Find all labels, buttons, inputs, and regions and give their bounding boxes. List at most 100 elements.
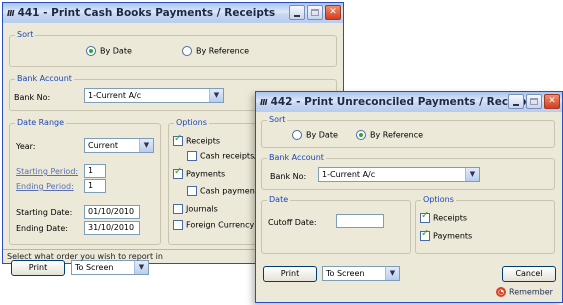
bank-no-label: Bank No: bbox=[14, 93, 51, 102]
sort-legend: Sort bbox=[15, 30, 36, 40]
sort-by-date-radio[interactable]: By Date bbox=[86, 46, 132, 57]
starting-period-input[interactable]: 1 bbox=[84, 164, 106, 178]
ending-date-label: Ending Date: bbox=[16, 224, 68, 233]
bank-account-group: Bank Account Bank No: 1-Current A/c ▼ bbox=[261, 153, 555, 190]
minimize-button[interactable] bbox=[289, 5, 305, 20]
sort-by-date-label: By Date bbox=[100, 46, 132, 56]
chevron-down-icon[interactable]: ▼ bbox=[209, 89, 223, 102]
remember-icon: ◔ bbox=[496, 287, 506, 297]
radio-selected-icon bbox=[86, 46, 96, 56]
receipts-label: Receipts bbox=[186, 136, 221, 146]
payments-checkbox[interactable]: Payments bbox=[420, 229, 473, 242]
sort-group: Sort By Date By Reference bbox=[9, 30, 337, 67]
cash-receipts-checkbox[interactable]: Cash receipts/s bbox=[187, 151, 261, 162]
receipts-label: Receipts bbox=[433, 213, 468, 223]
cutoff-date-label: Cutoff Date: bbox=[268, 218, 317, 227]
maximize-button[interactable] bbox=[307, 5, 323, 20]
sort-by-reference-radio[interactable]: By Reference bbox=[182, 46, 249, 57]
checkbox-checked-icon bbox=[420, 229, 430, 241]
ending-date-input[interactable]: 31/10/2010 bbox=[84, 221, 140, 235]
window-title: 442 - Print Unreconciled Payments / Rece… bbox=[270, 96, 538, 108]
app-icon: Ⅲ bbox=[260, 97, 268, 107]
radio-unselected-icon bbox=[182, 46, 192, 56]
sort-legend: Sort bbox=[267, 115, 288, 125]
foreign-currency-checkbox[interactable]: Foreign Currency bbox=[173, 220, 254, 231]
chevron-down-icon[interactable]: ▼ bbox=[385, 267, 399, 280]
remember-button[interactable]: ◔ Remember bbox=[496, 287, 553, 298]
starting-date-label: Starting Date: bbox=[16, 208, 73, 217]
year-select[interactable]: Current ▼ bbox=[84, 138, 154, 153]
output-value: To Screen bbox=[75, 263, 114, 272]
checkbox-unchecked-icon bbox=[187, 186, 197, 196]
date-group: Date Cutoff Date: bbox=[261, 195, 411, 254]
checkbox-checked-icon bbox=[420, 211, 430, 223]
cash-payments-checkbox[interactable]: Cash payments bbox=[187, 186, 262, 197]
checkbox-unchecked-icon bbox=[173, 220, 183, 230]
sort-group: Sort By Date By Reference bbox=[261, 115, 555, 148]
cash-receipts-label: Cash receipts/s bbox=[200, 151, 262, 161]
minimize-icon bbox=[513, 103, 519, 106]
payments-checkbox[interactable]: Payments bbox=[173, 167, 226, 180]
date-range-group: Date Range Year: Current ▼ Starting Peri… bbox=[9, 118, 161, 245]
options-legend: Options bbox=[174, 118, 209, 128]
options-group: Options Receipts Payments bbox=[415, 195, 555, 254]
starting-date-input[interactable]: 01/10/2010 bbox=[84, 205, 140, 219]
checkbox-checked-icon bbox=[173, 167, 183, 179]
journals-label: Journals bbox=[186, 204, 218, 214]
date-legend: Date bbox=[267, 195, 291, 205]
cutoff-date-input[interactable] bbox=[336, 214, 384, 228]
window-title: 441 - Print Cash Books Payments / Receip… bbox=[17, 7, 276, 19]
chevron-down-icon[interactable]: ▼ bbox=[465, 168, 479, 181]
bank-no-value: 1-Current A/c bbox=[322, 170, 376, 179]
bank-no-select[interactable]: 1-Current A/c ▼ bbox=[84, 88, 224, 103]
chevron-down-icon[interactable]: ▼ bbox=[139, 139, 153, 152]
maximize-icon bbox=[530, 98, 538, 105]
receipts-checkbox[interactable]: Receipts bbox=[420, 211, 468, 224]
app-icon: Ⅲ bbox=[7, 8, 15, 18]
receipts-checkbox[interactable]: Receipts bbox=[173, 134, 221, 147]
payments-label: Payments bbox=[433, 231, 473, 241]
title-bar[interactable]: Ⅲ 441 - Print Cash Books Payments / Rece… bbox=[3, 3, 343, 23]
minimize-icon bbox=[294, 14, 300, 17]
date-range-legend: Date Range bbox=[15, 118, 67, 128]
foreign-currency-label: Foreign Currency bbox=[186, 220, 255, 230]
sort-by-reference-label: By Reference bbox=[370, 130, 424, 140]
checkbox-unchecked-icon bbox=[173, 204, 183, 214]
sort-by-date-radio[interactable]: By Date bbox=[292, 130, 338, 141]
radio-unselected-icon bbox=[292, 130, 302, 140]
close-icon: ✕ bbox=[548, 96, 556, 106]
options-legend: Options bbox=[421, 195, 456, 205]
payments-label: Payments bbox=[186, 169, 226, 179]
sort-by-reference-radio[interactable]: By Reference bbox=[356, 130, 423, 141]
remember-label: Remember bbox=[509, 287, 553, 297]
ending-period-input[interactable]: 1 bbox=[84, 179, 106, 193]
bank-no-label: Bank No: bbox=[270, 172, 307, 181]
year-label: Year: bbox=[16, 142, 36, 151]
title-bar[interactable]: Ⅲ 442 - Print Unreconciled Payments / Re… bbox=[256, 92, 562, 112]
window-print-unreconciled: Ⅲ 442 - Print Unreconciled Payments / Re… bbox=[255, 91, 563, 303]
checkbox-checked-icon bbox=[173, 134, 183, 146]
bank-no-select[interactable]: 1-Current A/c ▼ bbox=[318, 167, 480, 182]
output-select[interactable]: To Screen ▼ bbox=[322, 266, 400, 281]
minimize-button[interactable] bbox=[508, 94, 524, 109]
cancel-button[interactable]: Cancel bbox=[502, 266, 556, 282]
maximize-icon bbox=[311, 9, 319, 16]
ending-period-link[interactable]: Ending Period: bbox=[16, 182, 74, 192]
maximize-button[interactable] bbox=[526, 94, 542, 109]
close-button[interactable]: ✕ bbox=[544, 94, 560, 109]
print-button[interactable]: Print bbox=[263, 266, 317, 282]
starting-period-link[interactable]: Starting Period: bbox=[16, 167, 78, 177]
output-value: To Screen bbox=[326, 269, 365, 278]
year-value: Current bbox=[88, 141, 119, 150]
sort-by-reference-label: By Reference bbox=[196, 46, 250, 56]
sort-by-date-label: By Date bbox=[306, 130, 338, 140]
bank-account-legend: Bank Account bbox=[267, 153, 326, 163]
bank-account-legend: Bank Account bbox=[15, 74, 74, 84]
close-icon: ✕ bbox=[329, 7, 337, 17]
cash-payments-label: Cash payments bbox=[200, 186, 263, 196]
close-button[interactable]: ✕ bbox=[325, 5, 341, 20]
journals-checkbox[interactable]: Journals bbox=[173, 204, 218, 215]
radio-selected-icon bbox=[356, 130, 366, 140]
checkbox-unchecked-icon bbox=[187, 151, 197, 161]
bank-no-value: 1-Current A/c bbox=[88, 91, 142, 100]
